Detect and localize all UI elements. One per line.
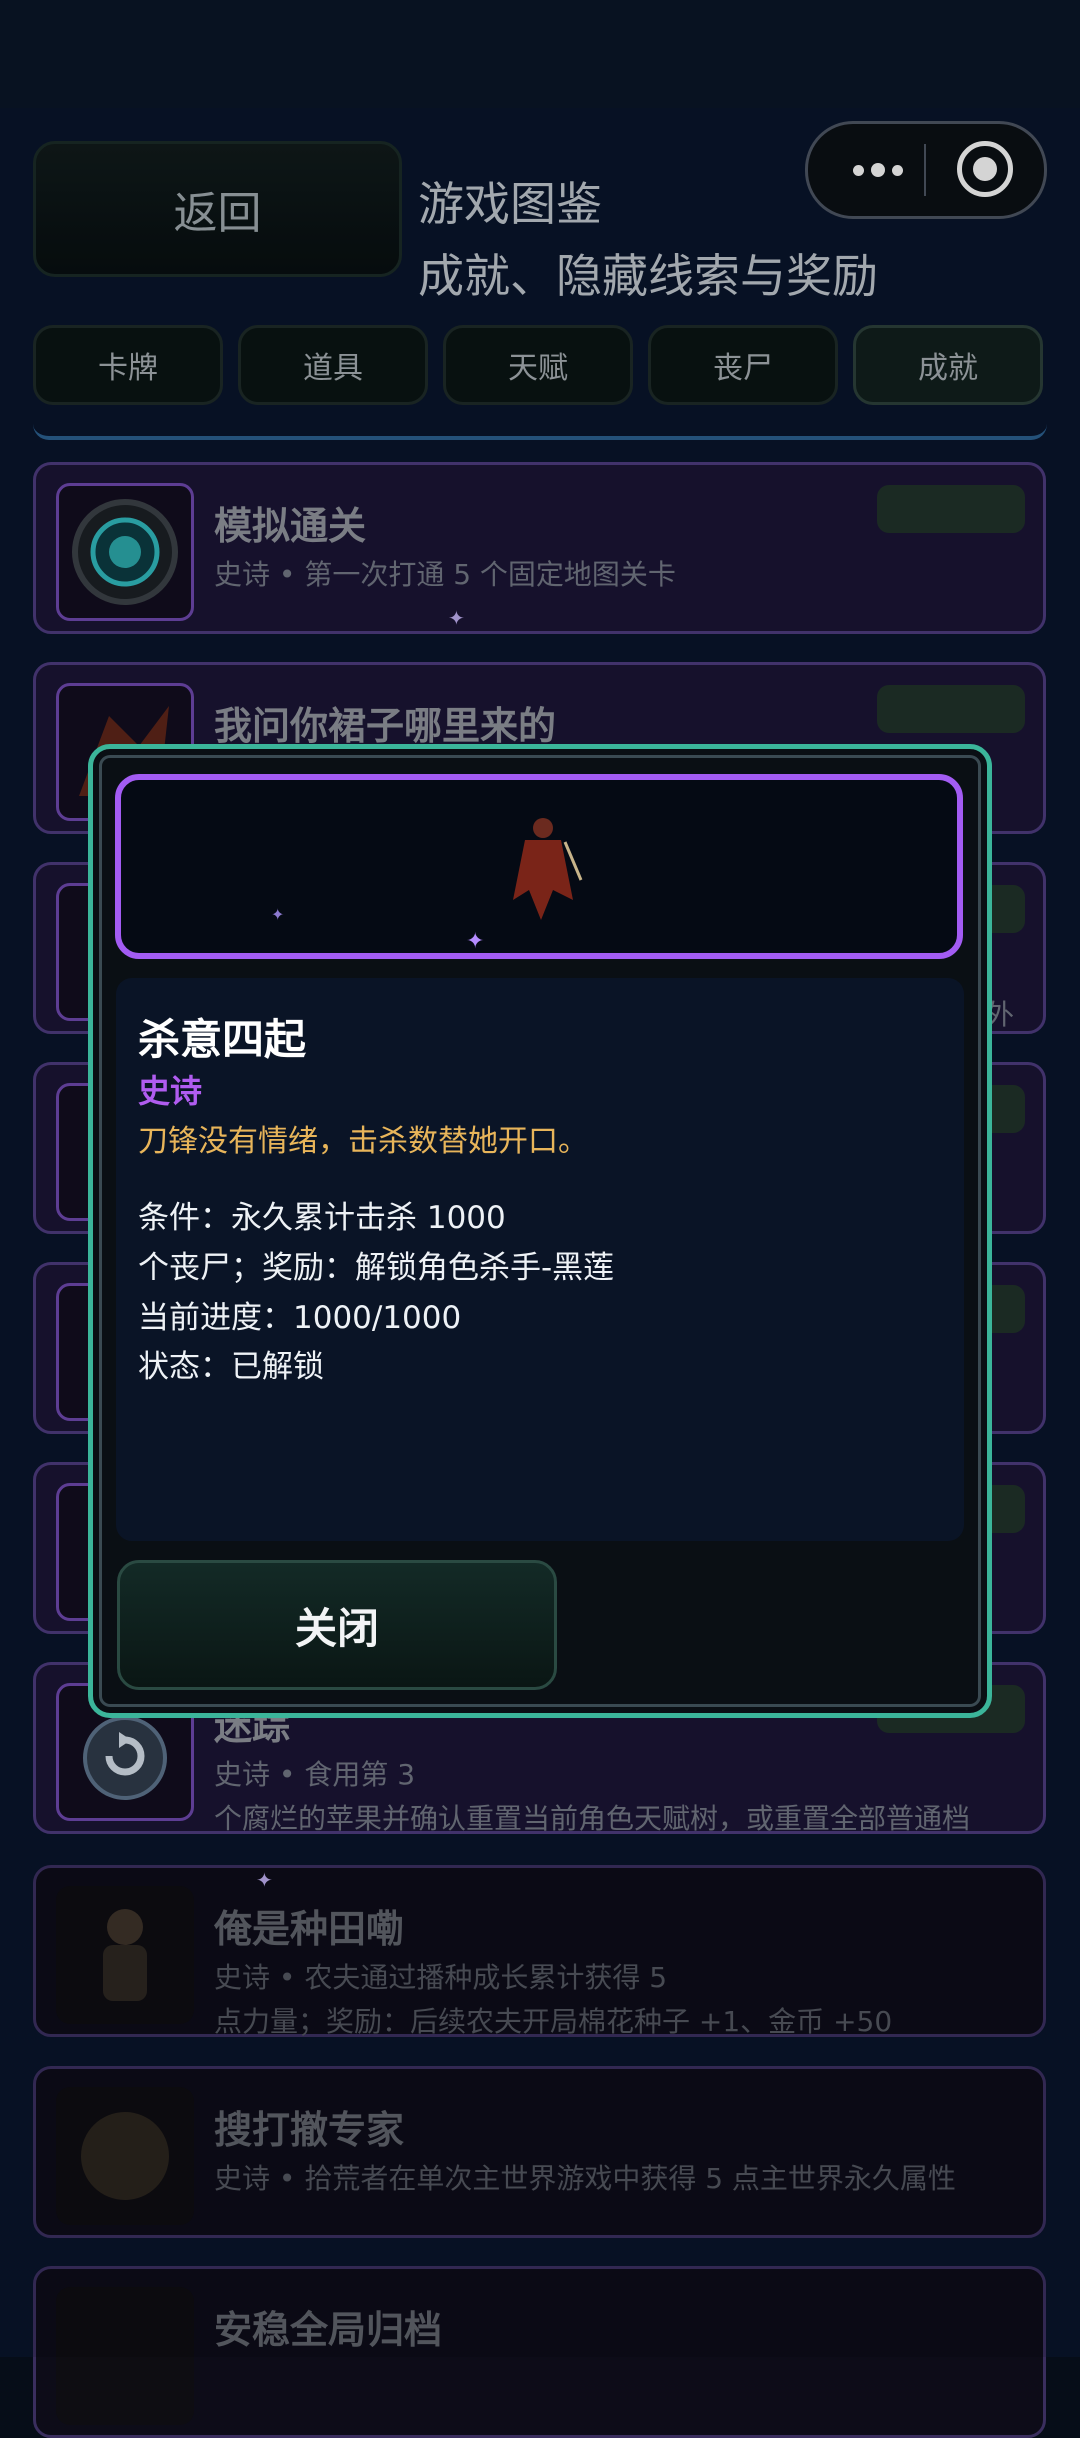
modal-condition: 条件：永久累计击杀 1000 [138, 1200, 506, 1236]
modal-status: 状态：已解锁 [138, 1349, 324, 1385]
status-bar [0, 0, 1080, 108]
modal-reward: 个丧尸；奖励：解锁角色杀手-黑莲 [138, 1250, 615, 1286]
assassin-figure-icon [513, 818, 583, 920]
svg-text:✦: ✦ [466, 929, 484, 953]
modal-achievement-name: 杀意四起 [138, 1015, 307, 1064]
modal-flavor-text: 刀锋没有情绪，击杀数替她开口。 [138, 1124, 588, 1159]
svg-text:✦: ✦ [271, 905, 284, 924]
modal-progress: 当前进度：1000/1000 [138, 1300, 462, 1336]
close-button[interactable]: 关闭 [117, 1560, 557, 1690]
achievement-hero: ✦ ✦ [115, 774, 963, 959]
modal-rarity: 史诗 [138, 1072, 203, 1110]
